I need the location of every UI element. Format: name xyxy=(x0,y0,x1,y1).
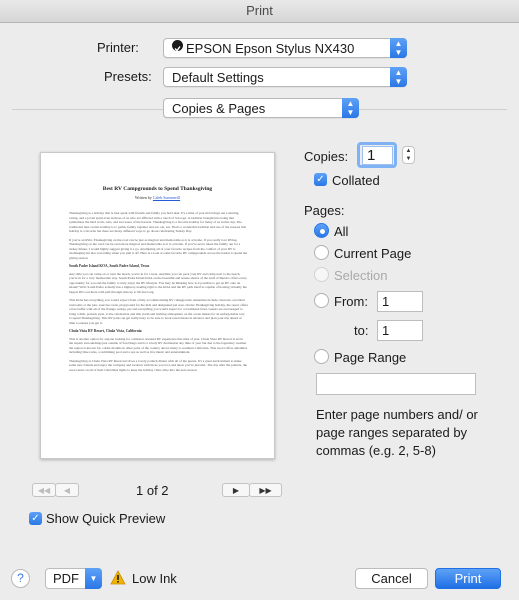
checkmark-icon: ✓ xyxy=(31,513,40,524)
preview-doc-body: Thanksgiving is a holiday that is best s… xyxy=(69,211,248,376)
next-page-button[interactable]: ▶ xyxy=(222,483,250,497)
print-preview: Best RV Campgrounds to Spend Thanksgivin… xyxy=(40,152,275,459)
pages-range-hint: Enter page numbers and/ or page ranges s… xyxy=(316,407,478,458)
quick-preview-checkbox[interactable]: ✓ xyxy=(29,512,42,525)
print-button[interactable]: Print xyxy=(435,568,501,589)
help-button[interactable]: ? xyxy=(11,569,30,588)
pdf-label: PDF xyxy=(53,571,79,586)
copies-label: Copies: xyxy=(304,149,349,164)
collated-checkbox[interactable]: ✓ xyxy=(314,173,327,186)
chevron-updown-icon: ▲ ▼ xyxy=(390,67,407,87)
preview-heading: Chula Vista RV Resort, Chula Vista, Cali… xyxy=(69,329,142,333)
cancel-button[interactable]: Cancel xyxy=(355,568,428,589)
page-counter: 1 of 2 xyxy=(136,483,169,498)
first-page-button[interactable]: ◀◀ xyxy=(32,483,56,497)
help-icon: ? xyxy=(17,571,24,585)
chevron-up-icon[interactable]: ▲ xyxy=(406,148,412,154)
preview-paragraph: Any time you can camp on or near the bea… xyxy=(69,271,247,294)
window-titlebar: Print xyxy=(0,0,519,23)
preview-author-prefix: Written by xyxy=(134,195,152,200)
presets-label: Presets: xyxy=(104,69,152,84)
pages-from-label: From: xyxy=(334,294,368,309)
pages-current-radio[interactable] xyxy=(314,245,329,260)
pages-current-label: Current Page xyxy=(334,246,412,261)
collated-label: Collated xyxy=(332,173,380,188)
presets-popup[interactable]: Default Settings ▲ ▼ xyxy=(163,67,407,87)
preview-doc-title: Best RV Campgrounds to Spend Thanksgivin… xyxy=(102,186,213,192)
quick-preview-label: Show Quick Preview xyxy=(46,511,166,526)
printer-status-icon xyxy=(172,40,183,52)
checkmark-icon: ✓ xyxy=(316,174,325,185)
chevron-updown-icon: ▲ ▼ xyxy=(390,38,407,58)
window-title: Print xyxy=(246,3,273,18)
pages-range-label: Page Range xyxy=(334,350,407,365)
pages-selection-label: Selection xyxy=(334,268,388,283)
chevron-updown-icon: ▲ ▼ xyxy=(342,98,359,118)
printer-label: Printer: xyxy=(97,40,139,55)
pages-all-radio[interactable] xyxy=(314,223,329,238)
section-value: Copies & Pages xyxy=(172,101,266,116)
preview-doc-author: Written by Caleb Summerill xyxy=(41,195,274,200)
preview-heading: South Padre Island KOA, South Padre Isla… xyxy=(69,264,150,268)
preview-paragraph: This KOA has everything you would expect… xyxy=(69,298,248,325)
last-page-button[interactable]: ▶▶ xyxy=(249,483,282,497)
pdf-menu-button[interactable]: PDF ▼ xyxy=(45,568,102,589)
presets-value: Default Settings xyxy=(172,70,264,85)
pages-range-input[interactable] xyxy=(316,373,476,395)
pages-from-radio[interactable] xyxy=(314,293,329,308)
preview-paragraph: Thanksgiving is a holiday that is best s… xyxy=(69,211,246,233)
preview-author-link: Caleb Summerill xyxy=(152,195,181,200)
pages-from-input[interactable]: 1 xyxy=(377,291,423,312)
copies-focus-ring: 1 xyxy=(357,142,397,168)
pages-selection-radio xyxy=(314,267,329,282)
printer-popup[interactable]: EPSON Epson Stylus NX430 ▲ ▼ xyxy=(163,38,407,58)
preview-paragraph: If you're an RVer, Thanksgiving on the r… xyxy=(69,237,248,260)
pages-to-label: to: xyxy=(354,323,369,338)
low-ink-warning: Low Ink xyxy=(132,571,177,586)
prev-page-button[interactable]: ◀ xyxy=(55,483,79,497)
copies-input[interactable]: 1 xyxy=(362,146,393,165)
pages-label: Pages: xyxy=(304,203,345,218)
warning-triangle-icon xyxy=(110,570,126,585)
printer-value: EPSON Epson Stylus NX430 xyxy=(186,41,355,56)
pages-all-label: All xyxy=(334,224,349,239)
pages-to-input[interactable]: 1 xyxy=(377,320,423,341)
preview-paragraph: Thanksgiving at Chula Vista RV Resort in… xyxy=(69,358,248,372)
chevron-down-icon: ▼ xyxy=(85,568,102,589)
preview-paragraph: This is another option for anyone lookin… xyxy=(69,336,248,355)
copies-stepper[interactable]: ▲ ▼ xyxy=(402,146,415,164)
chevron-down-icon[interactable]: ▼ xyxy=(406,156,412,162)
section-popup[interactable]: Copies & Pages ▲ ▼ xyxy=(163,98,359,118)
pages-range-radio[interactable] xyxy=(314,349,329,364)
